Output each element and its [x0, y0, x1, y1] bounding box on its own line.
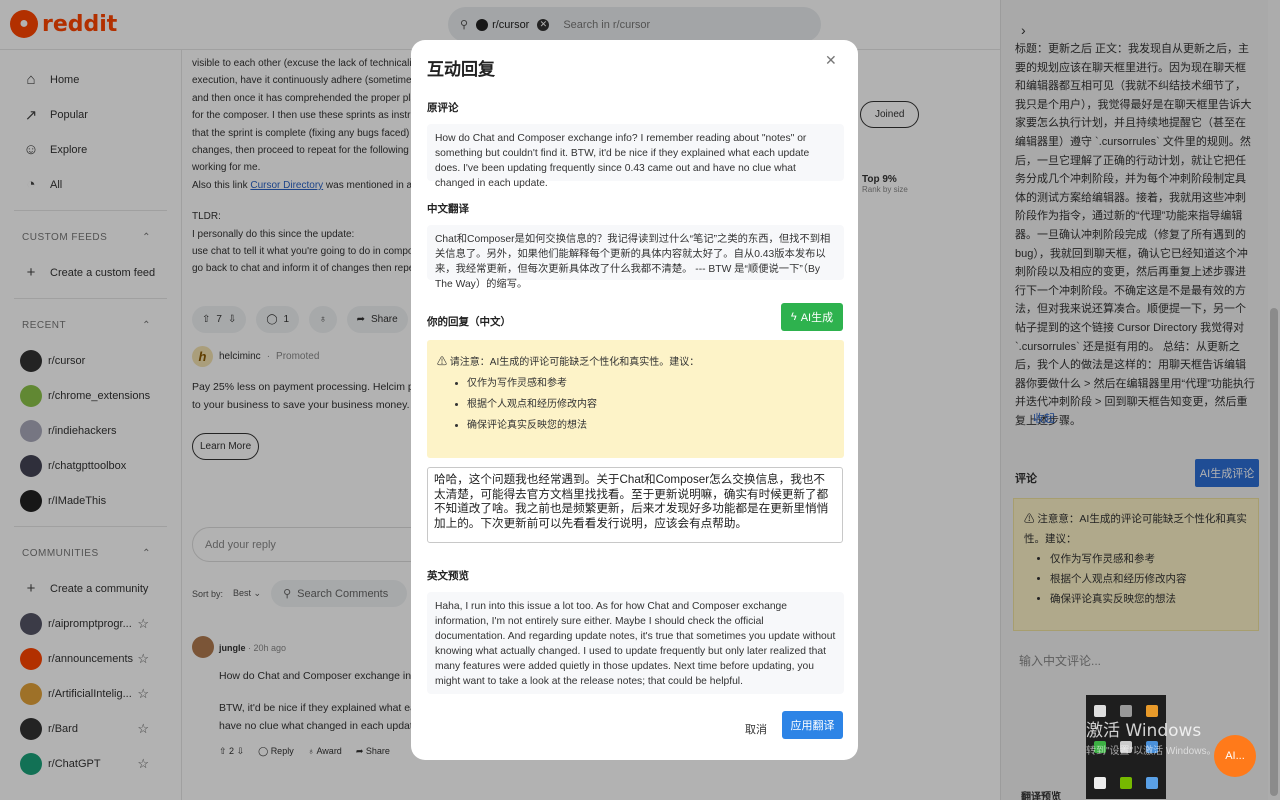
dialog-title: 互动回复 — [427, 60, 495, 79]
nvidia-icon[interactable] — [1120, 777, 1132, 789]
chinese-translation-text: Chat和Composer是如何交换信息的？我记得读到过什么“笔记”之类的东西，… — [427, 225, 844, 290]
activate-windows-watermark: 激活 Windows — [1086, 721, 1202, 741]
your-reply-label: 你的回复（中文） — [427, 316, 511, 328]
apply-translation-button[interactable]: 应用翻译 — [782, 711, 843, 739]
warning-item: 确保评论真实反映您的想法 — [467, 415, 834, 436]
warning-item: 根据个人观点和经历修改内容 — [467, 394, 834, 415]
tray-app-icon[interactable] — [1094, 777, 1106, 789]
reply-textarea[interactable]: 哈哈，这个问题我也经常遇到。关于Chat和Composer怎么交换信息，我也不太… — [427, 467, 843, 543]
interactive-reply-dialog: 互动回复 ✕ 原评论 How do Chat and Composer exch… — [411, 40, 858, 760]
chinese-translation-label: 中文翻译 — [427, 203, 469, 215]
activate-windows-subtext: 转到"设置"以激活 Windows。 — [1086, 746, 1217, 757]
english-preview-label: 英文预览 — [427, 570, 469, 582]
lightning-icon: ϟ — [790, 311, 797, 323]
warning-item: 仅作为写作灵感和参考 — [467, 373, 834, 394]
warning-icon: ⚠ — [437, 357, 447, 368]
original-comment-label: 原评论 — [427, 102, 459, 114]
ai-generate-button[interactable]: ϟ AI生成 — [781, 303, 843, 331]
tray-app-icon[interactable] — [1146, 777, 1158, 789]
cancel-button[interactable]: 取消 — [745, 721, 767, 737]
close-icon[interactable]: ✕ — [825, 52, 837, 69]
original-comment-text: How do Chat and Composer exchange info? … — [427, 124, 844, 189]
ai-floating-button[interactable]: AI... — [1214, 735, 1256, 777]
english-preview-text: Haha, I run into this issue a lot too. A… — [427, 592, 844, 694]
ai-warning-box: ⚠ 请注意：AI生成的评论可能缺乏个性化和真实性。建议： 仅作为写作灵感和参考 … — [427, 340, 844, 458]
